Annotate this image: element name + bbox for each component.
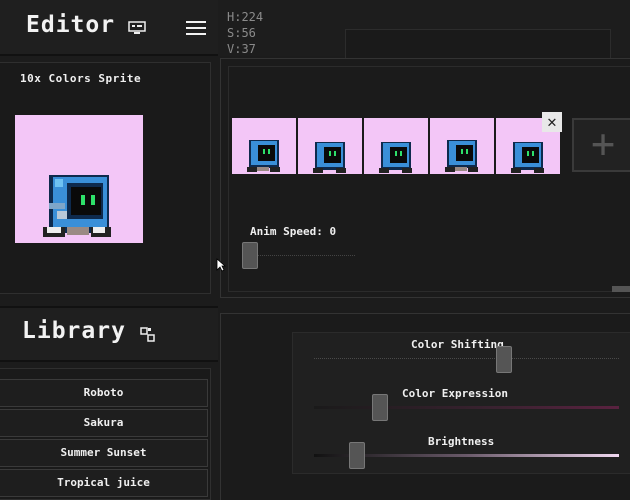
brightness-slider-thumb[interactable] [349, 442, 365, 469]
brightness-label: Brightness [428, 435, 495, 448]
animation-frame[interactable] [298, 118, 362, 174]
frames-scrollbar[interactable] [612, 286, 630, 292]
saturation-value: S:56 [227, 26, 256, 40]
library-item-roboto[interactable]: Roboto [0, 379, 208, 407]
robot-frame-icon [445, 140, 478, 172]
editor-title: Editor [26, 12, 116, 38]
anim-speed-track[interactable] [245, 255, 355, 257]
sprite-preview[interactable] [15, 115, 143, 243]
animation-frame[interactable] [232, 118, 296, 174]
library-grid-icon [140, 327, 155, 342]
add-frame-button[interactable]: + [572, 118, 630, 172]
hsv-readout: H:224 S:56 V:37 [227, 9, 263, 57]
monitor-icon [128, 21, 146, 34]
library-item-sakura[interactable]: Sakura [0, 409, 208, 437]
color-expression-track[interactable] [314, 406, 619, 409]
animation-frames-area [228, 66, 630, 292]
animation-frame[interactable] [364, 118, 428, 174]
color-expression-label: Color Expression [402, 387, 508, 400]
plus-icon: + [590, 121, 616, 167]
close-icon: ✕ [547, 112, 557, 131]
anim-speed-label: Anim Speed: 0 [250, 225, 337, 238]
color-shifting-track[interactable] [314, 358, 619, 361]
library-list: Roboto Sakura Summer Sunset Tropical jui… [0, 368, 211, 500]
color-shifting-label: Color Shifting [411, 338, 504, 351]
robot-frame-icon [247, 140, 280, 172]
sprite-title: 10x Colors Sprite [20, 72, 142, 85]
delete-frame-button[interactable]: ✕ [542, 112, 562, 132]
library-item-summer-sunset[interactable]: Summer Sunset [0, 439, 208, 467]
color-controls-inner [292, 332, 630, 474]
robot-frame-icon [379, 142, 412, 173]
value-value: V:37 [227, 42, 256, 56]
hamburger-menu-icon[interactable] [186, 21, 206, 36]
mouse-cursor-icon [216, 258, 226, 272]
robot-sprite-icon [43, 175, 111, 237]
color-expression-slider-thumb[interactable] [372, 394, 388, 421]
hue-value: H:224 [227, 10, 264, 24]
library-item-tropical-juice[interactable]: Tropical juice [0, 469, 208, 497]
anim-speed-slider-thumb[interactable] [242, 242, 258, 269]
color-readout-box [345, 29, 611, 59]
robot-frame-icon [313, 142, 346, 173]
library-title: Library [22, 318, 126, 344]
animation-frame[interactable] [430, 118, 494, 174]
color-shifting-slider-thumb[interactable] [496, 346, 512, 373]
